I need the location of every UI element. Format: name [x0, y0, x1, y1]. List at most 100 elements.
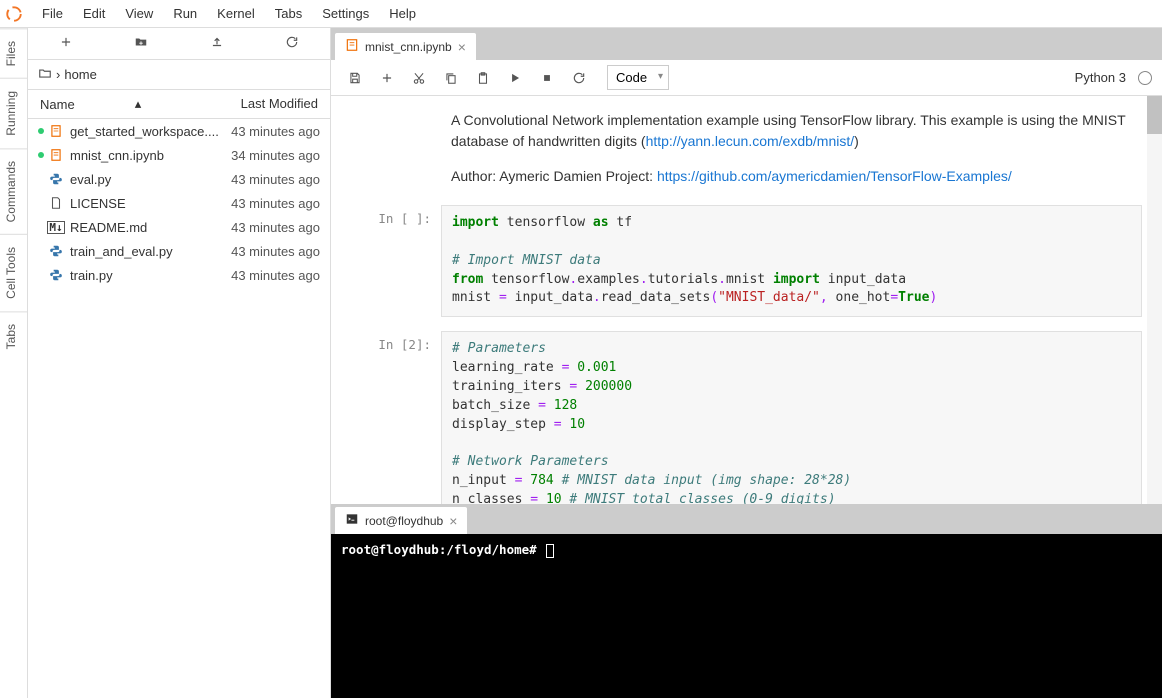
- file-modified: 43 minutes ago: [231, 268, 320, 283]
- menu-help[interactable]: Help: [379, 2, 426, 25]
- work-area: mnist_cnn.ipynb × Code Python 3: [331, 28, 1162, 698]
- scrollbar-track[interactable]: [1147, 96, 1162, 504]
- copy-button[interactable]: [437, 64, 465, 92]
- file-modified: 43 minutes ago: [231, 220, 320, 235]
- new-launcher-button[interactable]: [28, 29, 104, 58]
- md-link-github[interactable]: https://github.com/aymericdamien/TensorF…: [657, 168, 1012, 184]
- file-item[interactable]: eval.py43 minutes ago: [28, 167, 330, 191]
- terminal-icon: [345, 512, 359, 529]
- insert-cell-button[interactable]: [373, 64, 401, 92]
- kernel-name[interactable]: Python 3: [1075, 70, 1126, 85]
- home-folder-icon[interactable]: [38, 66, 52, 83]
- file-modified: 43 minutes ago: [231, 124, 320, 139]
- code-input[interactable]: import tensorflow as tf # Import MNIST d…: [441, 205, 1142, 317]
- file-item[interactable]: train.py43 minutes ago: [28, 263, 330, 287]
- file-modified: 43 minutes ago: [231, 196, 320, 211]
- running-dot-icon: [38, 248, 44, 254]
- new-folder-button[interactable]: [104, 29, 180, 58]
- python-icon: [48, 171, 64, 187]
- jupyter-logo[interactable]: [0, 0, 28, 28]
- md-text: ): [854, 133, 859, 149]
- menu-view[interactable]: View: [115, 2, 163, 25]
- sidetab-commands[interactable]: Commands: [0, 148, 27, 234]
- sidetab-celltools[interactable]: Cell Tools: [0, 234, 27, 311]
- file-modified: 43 minutes ago: [231, 172, 320, 187]
- tab-terminal[interactable]: root@floydhub ×: [335, 507, 467, 534]
- running-dot-icon: [38, 200, 44, 206]
- file-item[interactable]: train_and_eval.py43 minutes ago: [28, 239, 330, 263]
- notebook-content[interactable]: A Convolutional Network implementation e…: [331, 96, 1162, 504]
- top-bar: File Edit View Run Kernel Tabs Settings …: [0, 0, 1162, 28]
- upload-button[interactable]: [179, 29, 255, 58]
- md-icon: M↓: [48, 219, 64, 235]
- file-item[interactable]: get_started_workspace....43 minutes ago: [28, 119, 330, 143]
- tab-notebook[interactable]: mnist_cnn.ipynb ×: [335, 33, 476, 60]
- header-name[interactable]: Name: [40, 97, 75, 112]
- breadcrumb-current[interactable]: home: [64, 67, 97, 82]
- activity-bar: Files Running Commands Cell Tools Tabs: [0, 28, 28, 698]
- file-modified: 34 minutes ago: [231, 148, 320, 163]
- code-cell-1[interactable]: In [ ]: import tensorflow as tf # Import…: [331, 203, 1162, 319]
- run-button[interactable]: [501, 64, 529, 92]
- menu-edit[interactable]: Edit: [73, 2, 115, 25]
- sort-icon[interactable]: ▴: [135, 96, 142, 112]
- file-item[interactable]: M↓ README.md43 minutes ago: [28, 215, 330, 239]
- code-input[interactable]: # Parameters learning_rate = 0.001 train…: [441, 331, 1142, 504]
- menu-settings[interactable]: Settings: [312, 2, 379, 25]
- file-name: README.md: [70, 220, 231, 235]
- tab-close-button[interactable]: ×: [458, 39, 466, 55]
- notebook-icon: [345, 38, 359, 55]
- file-icon: [48, 195, 64, 211]
- terminal-tab-strip: root@floydhub ×: [331, 504, 1162, 534]
- notebook-icon: [48, 147, 64, 163]
- tab-close-button[interactable]: ×: [449, 513, 457, 529]
- interrupt-button[interactable]: [533, 64, 561, 92]
- cell-type-select-wrap[interactable]: Code: [607, 65, 669, 90]
- sidetab-tabs[interactable]: Tabs: [0, 311, 27, 361]
- file-name: train_and_eval.py: [70, 244, 231, 259]
- file-list: get_started_workspace....43 minutes agom…: [28, 119, 330, 698]
- filebrowser-toolbar: [28, 28, 330, 60]
- restart-button[interactable]: [565, 64, 593, 92]
- code-cell-2[interactable]: In [2]: # Parameters learning_rate = 0.0…: [331, 329, 1162, 504]
- header-modified[interactable]: Last Modified: [241, 96, 318, 112]
- notebook-panel: mnist_cnn.ipynb × Code Python 3: [331, 28, 1162, 504]
- cut-button[interactable]: [405, 64, 433, 92]
- menu-tabs[interactable]: Tabs: [265, 2, 312, 25]
- menu-kernel[interactable]: Kernel: [207, 2, 265, 25]
- python-icon: [48, 243, 64, 259]
- terminal-content[interactable]: root@floydhub:/floyd/home#: [331, 534, 1162, 698]
- file-name: LICENSE: [70, 196, 231, 211]
- menu-run[interactable]: Run: [163, 2, 207, 25]
- refresh-button[interactable]: [255, 29, 331, 58]
- kernel-status-icon[interactable]: [1138, 71, 1152, 85]
- sidetab-files[interactable]: Files: [0, 28, 27, 78]
- notebook-icon: [48, 123, 64, 139]
- paste-button[interactable]: [469, 64, 497, 92]
- main-area: Files Running Commands Cell Tools Tabs ›…: [0, 28, 1162, 698]
- md-text: Author: Aymeric Damien Project:: [451, 168, 657, 184]
- running-dot-icon: [38, 152, 44, 158]
- terminal-prompt: root@floydhub:/floyd/home#: [341, 542, 537, 557]
- file-name: get_started_workspace....: [70, 124, 231, 139]
- cell-type-select[interactable]: Code: [607, 65, 669, 90]
- sidetab-running[interactable]: Running: [0, 78, 27, 148]
- md-link-mnist[interactable]: http://yann.lecun.com/exdb/mnist/: [646, 133, 855, 149]
- notebook-tab-strip: mnist_cnn.ipynb ×: [331, 28, 1162, 60]
- terminal-cursor: [546, 544, 554, 558]
- running-dot-icon: [38, 272, 44, 278]
- scrollbar-thumb[interactable]: [1147, 96, 1162, 134]
- tab-title: root@floydhub: [365, 514, 443, 528]
- running-dot-icon: [38, 128, 44, 134]
- file-list-header[interactable]: Name ▴ Last Modified: [28, 90, 330, 119]
- breadcrumb[interactable]: › home: [28, 60, 330, 90]
- breadcrumb-sep: ›: [56, 67, 60, 82]
- markdown-cell[interactable]: A Convolutional Network implementation e…: [331, 106, 1162, 203]
- save-button[interactable]: [341, 64, 369, 92]
- menu-bar: File Edit View Run Kernel Tabs Settings …: [28, 2, 426, 25]
- cell-prompt: In [ ]:: [351, 205, 441, 317]
- file-item[interactable]: mnist_cnn.ipynb34 minutes ago: [28, 143, 330, 167]
- menu-file[interactable]: File: [32, 2, 73, 25]
- terminal-panel: root@floydhub × root@floydhub:/floyd/hom…: [331, 504, 1162, 698]
- file-item[interactable]: LICENSE43 minutes ago: [28, 191, 330, 215]
